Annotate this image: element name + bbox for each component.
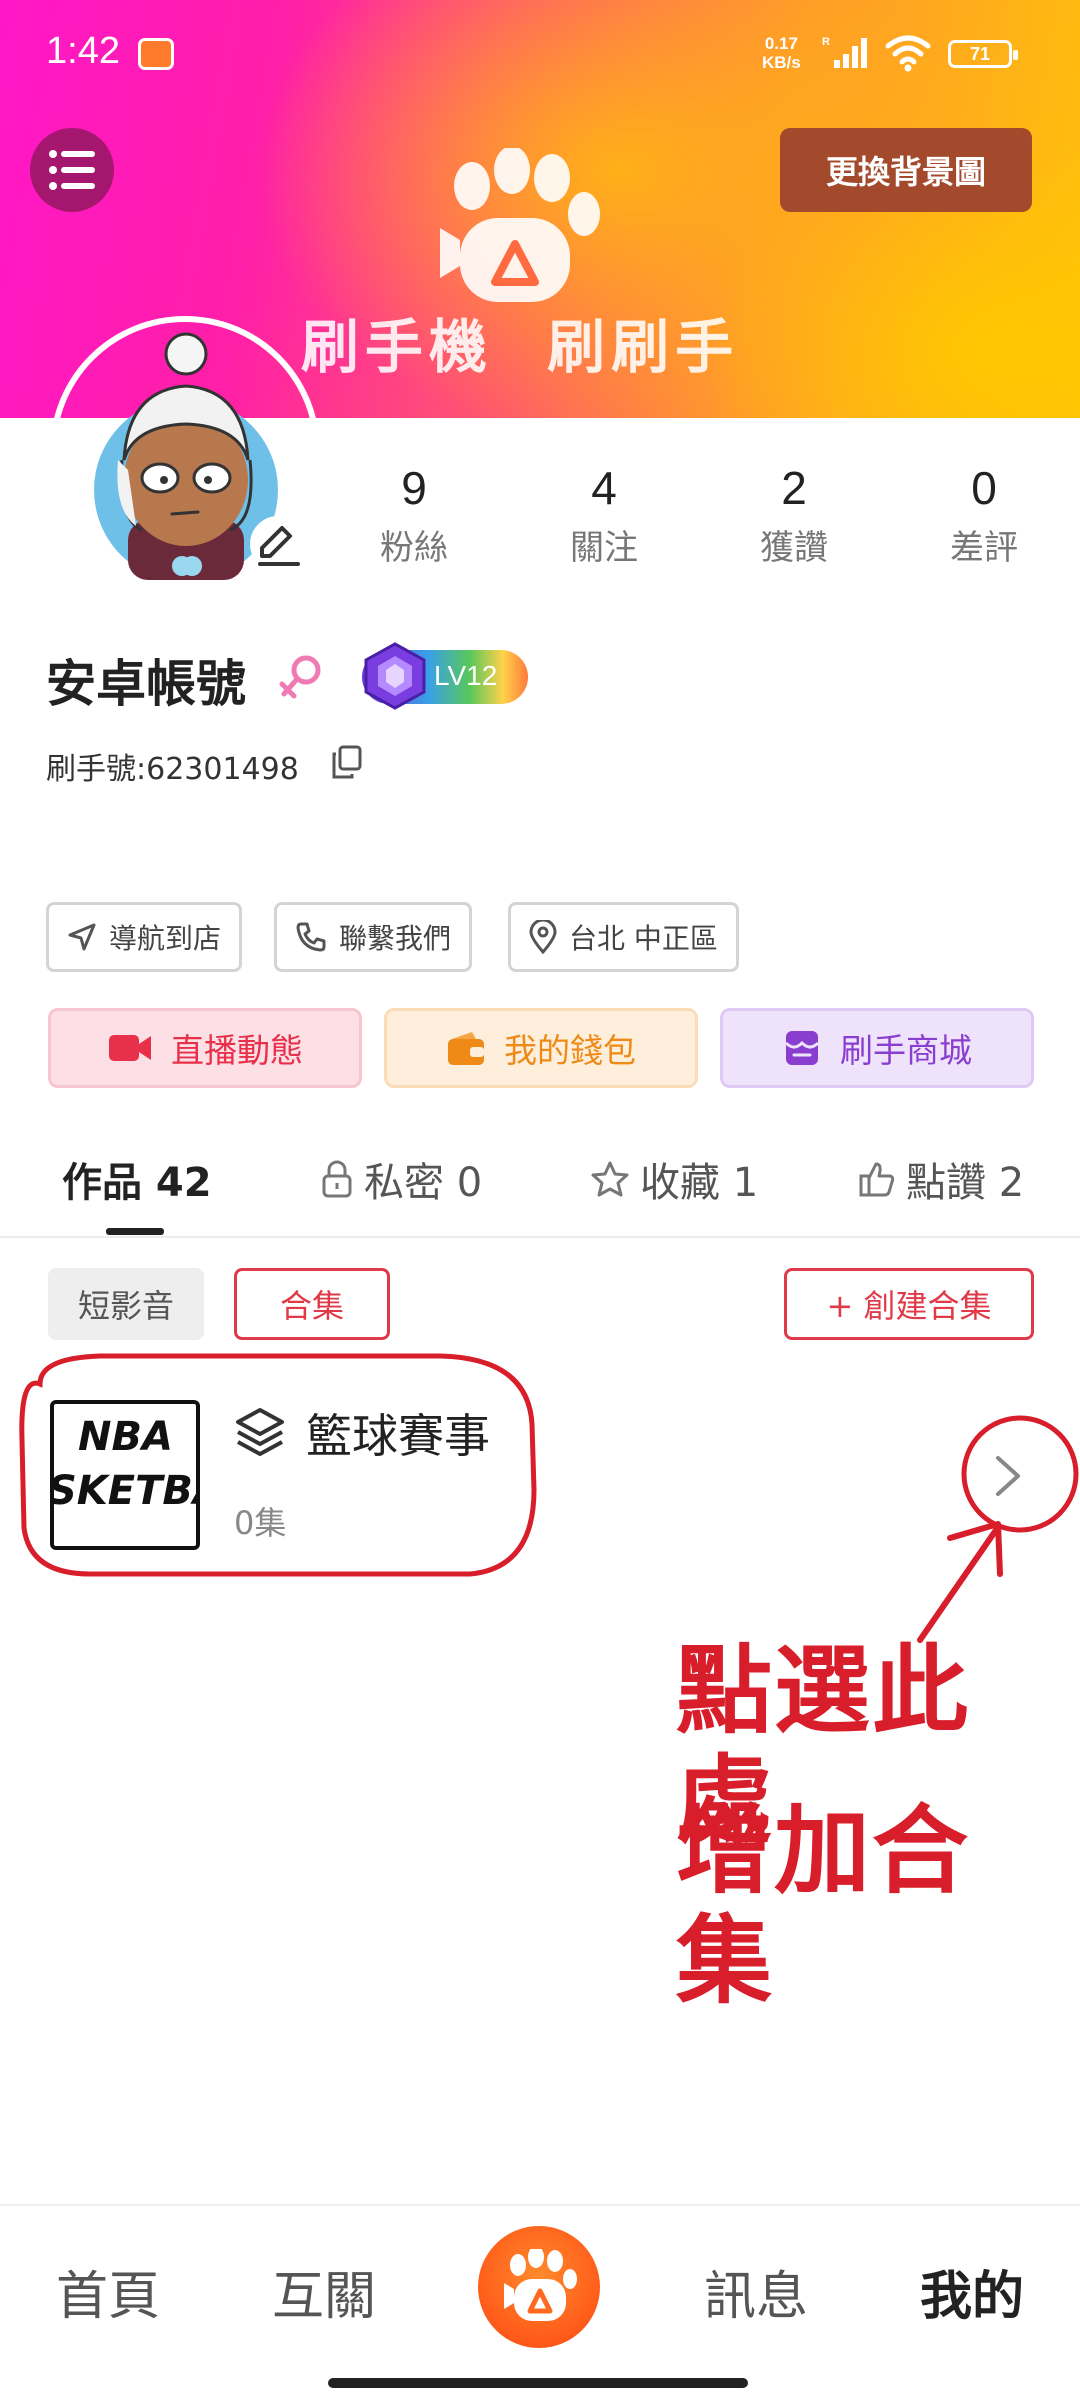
paw-camera-icon (504, 2249, 577, 2321)
action-label: 刷手商城 (840, 1031, 972, 1070)
store-icon (784, 1031, 820, 1065)
active-tab-indicator (106, 1228, 164, 1235)
location-chip[interactable]: 台北 中正區 (508, 902, 739, 972)
bottom-navigation: 首頁 互關 訊息 我的 (0, 2204, 1080, 2400)
battery-icon: 71 (948, 40, 1018, 68)
stat-likes[interactable]: 2 獲讚 (724, 458, 864, 570)
nav-center-button[interactable] (478, 2226, 600, 2348)
divider (0, 1236, 1080, 1238)
edit-pencil-icon[interactable] (248, 514, 308, 574)
collection-thumbnail: NBA SKETBA (50, 1400, 200, 1550)
copy-icon[interactable] (330, 744, 364, 780)
chip-label: 聯繫我們 (339, 922, 452, 955)
collection-item[interactable]: NBA SKETBA 籃球賽事 0集 (20, 1360, 1060, 1570)
tab-label: 點讚 2 (906, 1160, 1025, 1206)
wallet-icon (448, 1032, 484, 1065)
level-label: LV12 (434, 660, 498, 691)
phone-icon (296, 922, 326, 952)
filter-short-video[interactable]: 短影音 (48, 1268, 204, 1340)
layers-icon (236, 1408, 284, 1456)
username: 安卓帳號 (46, 655, 246, 713)
contact-us-chip[interactable]: 聯繫我們 (274, 902, 473, 972)
annotation-text-line2: 增加合集 (676, 1795, 970, 2017)
filter-collection[interactable]: 合集 (234, 1268, 390, 1340)
tab-works[interactable]: 作品 42 (62, 1150, 212, 1208)
change-background-button[interactable]: 更換背景圖 (780, 128, 1032, 212)
tab-label: 收藏 1 (640, 1160, 759, 1206)
status-bar: 1:42 0.17 KB/s R 71 (0, 0, 1080, 110)
nav-mutual-follow[interactable]: 互關 (272, 2254, 376, 2329)
thumbnail-text: SKETBA (50, 1468, 196, 1514)
navigation-icon (68, 923, 96, 951)
signal-icon: R (822, 36, 867, 68)
tab-private[interactable]: 私密 0 (320, 1150, 482, 1208)
stat-value: 4 (591, 462, 617, 514)
female-icon (279, 655, 321, 699)
status-time: 1:42 (46, 30, 120, 72)
stat-label: 關注 (570, 528, 638, 568)
create-collection-button[interactable]: + 創建合集 (784, 1268, 1034, 1340)
mall-button[interactable]: 刷手商城 (720, 1008, 1034, 1088)
nav-messages[interactable]: 訊息 (704, 2254, 808, 2329)
tab-label: 私密 0 (364, 1160, 483, 1206)
action-label: 我的錢包 (504, 1031, 636, 1070)
wifi-icon (885, 35, 931, 72)
home-indicator (328, 2378, 748, 2388)
user-id: 刷手號:62301498 (46, 752, 299, 787)
chevron-right-icon[interactable] (986, 1446, 1030, 1506)
chip-label: 導航到店 (109, 922, 222, 955)
tab-liked[interactable]: 點讚 2 (858, 1150, 1024, 1208)
stat-followers[interactable]: 9 粉絲 (344, 458, 484, 570)
thumbs-up-icon (859, 1162, 895, 1197)
nav-home[interactable]: 首頁 (56, 2254, 160, 2329)
network-speed: 0.17 KB/s (762, 34, 801, 72)
stat-bad-reviews[interactable]: 0 差評 (914, 458, 1054, 570)
navigate-to-store-chip[interactable]: 導航到店 (46, 902, 243, 972)
live-stream-button[interactable]: 直播動態 (48, 1008, 362, 1088)
stat-value: 2 (781, 462, 807, 514)
tab-favorites[interactable]: 收藏 1 (590, 1150, 758, 1208)
collection-title: 籃球賽事 (306, 1409, 490, 1463)
stat-label: 差評 (950, 528, 1018, 568)
paw-camera-logo-icon (440, 148, 600, 302)
stat-following[interactable]: 4 關注 (534, 458, 674, 570)
nav-me[interactable]: 我的 (920, 2254, 1024, 2329)
menu-button[interactable] (30, 128, 114, 212)
thumbnail-text: NBA (78, 1414, 173, 1460)
lock-icon (322, 1160, 352, 1198)
svg-text:R: R (822, 36, 830, 48)
my-wallet-button[interactable]: 我的錢包 (384, 1008, 698, 1088)
action-label: 直播動態 (171, 1031, 303, 1070)
stat-value: 0 (971, 462, 997, 514)
tab-label: 作品 42 (62, 1160, 212, 1206)
gem-icon (364, 642, 426, 710)
stat-label: 獲讚 (760, 528, 828, 568)
chip-label: 台北 中正區 (569, 922, 718, 955)
star-icon (591, 1161, 629, 1197)
network-speed-unit: KB/s (762, 53, 801, 72)
stat-value: 9 (401, 462, 427, 514)
video-camera-icon (109, 1035, 151, 1061)
stat-label: 粉絲 (380, 528, 448, 568)
collection-episode-count: 0集 (234, 1504, 287, 1542)
notification-app-icon (138, 38, 174, 70)
network-speed-value: 0.17 (764, 34, 798, 53)
list-menu-icon (49, 150, 95, 190)
brand-slogan: 刷手機 刷刷手 (300, 313, 740, 381)
location-pin-icon (529, 920, 557, 954)
